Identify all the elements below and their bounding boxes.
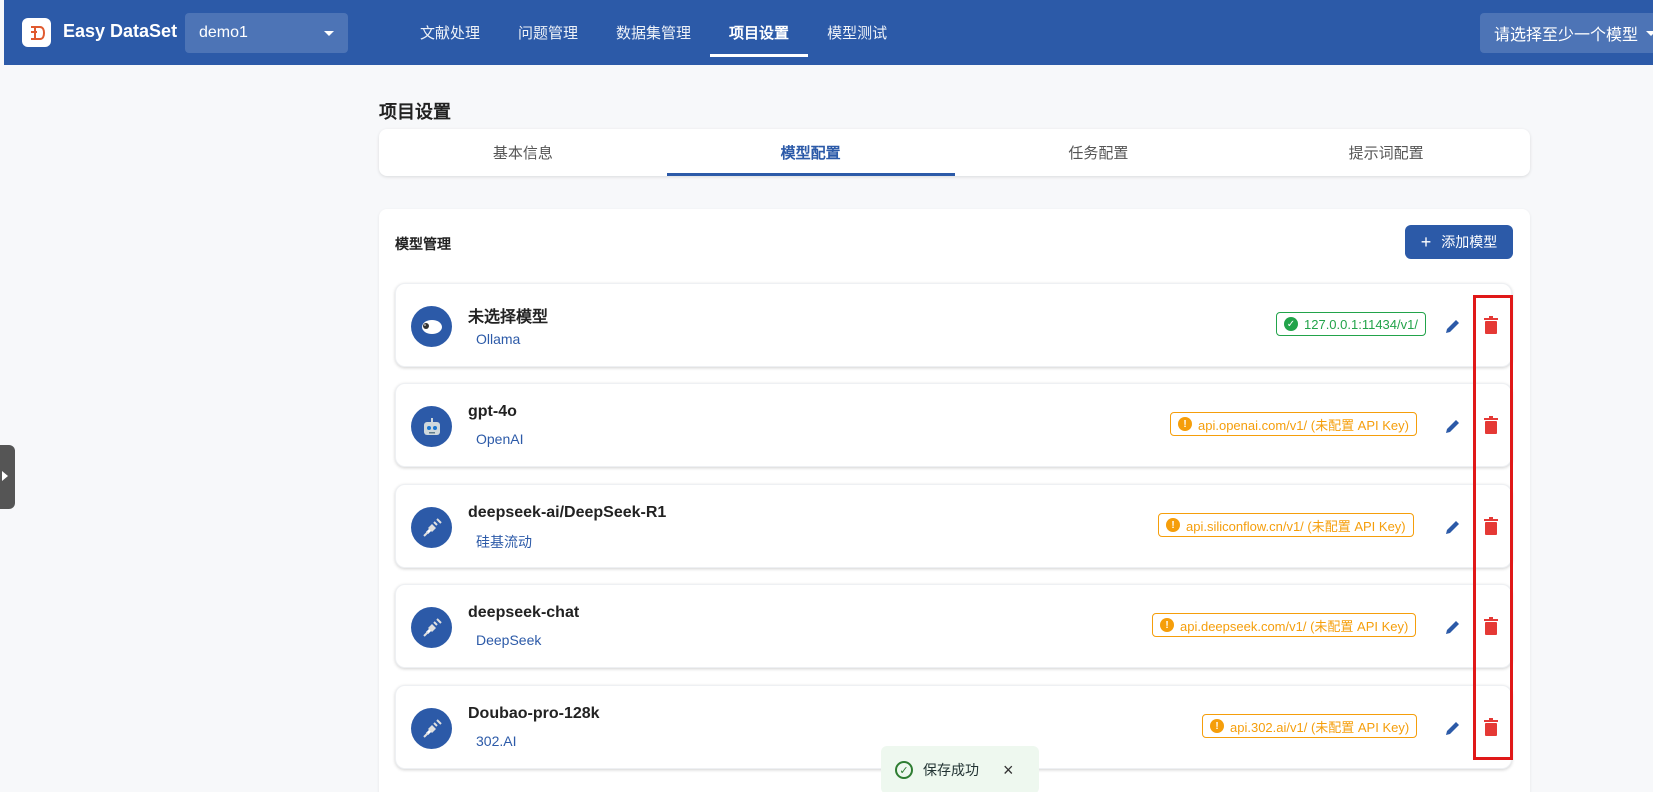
model-name: deepseek-ai/DeepSeek-R1 xyxy=(468,504,667,521)
model-provider: DeepSeek xyxy=(476,632,542,648)
nav-tab-model-testing[interactable]: 模型测试 xyxy=(808,0,906,65)
chevron-down-icon xyxy=(324,30,334,36)
plus-icon: + xyxy=(1420,232,1432,252)
add-model-label: 添加模型 xyxy=(1441,234,1498,250)
endpoint-text: api.deepseek.com/v1/ (未配置 API Key) xyxy=(1180,618,1409,634)
endpoint-text: api.siliconflow.cn/v1/ (未配置 API Key) xyxy=(1186,518,1406,534)
plug-icon xyxy=(411,607,452,648)
chevron-down-icon xyxy=(1646,30,1653,36)
settings-tabs: 基本信息 模型配置 任务配置 提示词配置 xyxy=(379,129,1530,176)
model-card[interactable]: 未选择模型 Ollama ✓ 127.0.0.1:11434/v1/ xyxy=(395,283,1512,367)
endpoint-text: api.openai.com/v1/ (未配置 API Key) xyxy=(1198,417,1409,433)
model-management-panel: 模型管理 + 添加模型 未选择模型 Ollama ✓ 127.0.0.1:114… xyxy=(379,209,1530,792)
chevron-right-icon xyxy=(2,471,8,481)
close-icon[interactable]: × xyxy=(1003,760,1014,781)
endpoint-status-chip: ! api.openai.com/v1/ (未配置 API Key) xyxy=(1170,412,1417,436)
tab-task-config[interactable]: 任务配置 xyxy=(955,129,1243,176)
edit-icon[interactable] xyxy=(1444,719,1462,737)
top-navigation-bar: Easy DataSet demo1 文献处理 问题管理 数据集管理 项目设置 … xyxy=(4,0,1653,65)
model-provider: 302.AI xyxy=(476,733,517,749)
app-window: Easy DataSet demo1 文献处理 问题管理 数据集管理 项目设置 … xyxy=(0,0,1653,792)
edit-icon[interactable] xyxy=(1444,518,1462,536)
nav-tab-questions[interactable]: 问题管理 xyxy=(499,0,597,65)
add-model-button[interactable]: + 添加模型 xyxy=(1405,225,1513,259)
toast-message: 保存成功 xyxy=(923,762,979,778)
model-name: 未选择模型 xyxy=(468,309,549,326)
endpoint-status-chip: ✓ 127.0.0.1:11434/v1/ xyxy=(1276,312,1426,336)
warning-icon: ! xyxy=(1166,518,1180,532)
section-title: 模型管理 xyxy=(395,236,451,252)
tab-model-config[interactable]: 模型配置 xyxy=(666,129,955,176)
edit-icon[interactable] xyxy=(1444,417,1462,435)
model-provider: OpenAI xyxy=(476,431,524,447)
model-card[interactable]: deepseek-chat DeepSeek ! api.deepseek.co… xyxy=(395,584,1512,668)
model-select-placeholder: 请选择至少一个模型 xyxy=(1494,27,1639,44)
nav-tab-datasets[interactable]: 数据集管理 xyxy=(597,0,710,65)
warning-icon: ! xyxy=(1210,719,1224,733)
sheep-icon xyxy=(411,306,452,347)
robot-icon xyxy=(411,406,452,447)
success-toast: ✓ 保存成功 × xyxy=(881,746,1039,792)
plug-icon xyxy=(411,708,452,749)
tab-basic-info[interactable]: 基本信息 xyxy=(379,129,667,176)
check-circle-icon: ✓ xyxy=(895,761,913,779)
endpoint-text: 127.0.0.1:11434/v1/ xyxy=(1304,316,1418,332)
model-provider: Ollama xyxy=(476,331,521,347)
nav-tab-literature[interactable]: 文献处理 xyxy=(401,0,499,65)
project-select[interactable]: demo1 xyxy=(185,13,348,53)
endpoint-status-chip: ! api.deepseek.com/v1/ (未配置 API Key) xyxy=(1152,613,1417,637)
model-card[interactable]: gpt-4o OpenAI ! api.openai.com/v1/ (未配置 … xyxy=(395,383,1512,467)
endpoint-status-chip: ! api.302.ai/v1/ (未配置 API Key) xyxy=(1202,714,1418,738)
model-name: deepseek-chat xyxy=(468,604,580,621)
tab-prompt-config[interactable]: 提示词配置 xyxy=(1242,129,1530,176)
model-name: gpt-4o xyxy=(468,403,517,420)
delete-buttons-highlight-box xyxy=(1473,295,1513,760)
page-title: 项目设置 xyxy=(379,102,451,122)
plug-icon xyxy=(411,507,452,548)
edit-icon[interactable] xyxy=(1444,618,1462,636)
model-provider: 硅基流动 xyxy=(476,534,532,550)
logo-icon xyxy=(22,18,51,47)
warning-icon: ! xyxy=(1178,417,1192,431)
project-select-value: demo1 xyxy=(199,24,248,41)
endpoint-text: api.302.ai/v1/ (未配置 API Key) xyxy=(1230,719,1410,735)
warning-icon: ! xyxy=(1160,618,1174,632)
model-card[interactable]: deepseek-ai/DeepSeek-R1 硅基流动 ! api.silic… xyxy=(395,484,1512,568)
main-nav: 文献处理 问题管理 数据集管理 项目设置 模型测试 xyxy=(401,0,906,65)
nav-tab-project-settings[interactable]: 项目设置 xyxy=(710,0,809,65)
model-select[interactable]: 请选择至少一个模型 xyxy=(1480,13,1653,53)
edit-icon[interactable] xyxy=(1444,317,1462,335)
check-circle-icon: ✓ xyxy=(1284,317,1298,331)
sidebar-toggle-handle[interactable] xyxy=(0,445,15,509)
app-brand-title: Easy DataSet xyxy=(63,21,178,41)
endpoint-status-chip: ! api.siliconflow.cn/v1/ (未配置 API Key) xyxy=(1158,513,1414,537)
model-name: Doubao-pro-128k xyxy=(468,705,600,722)
